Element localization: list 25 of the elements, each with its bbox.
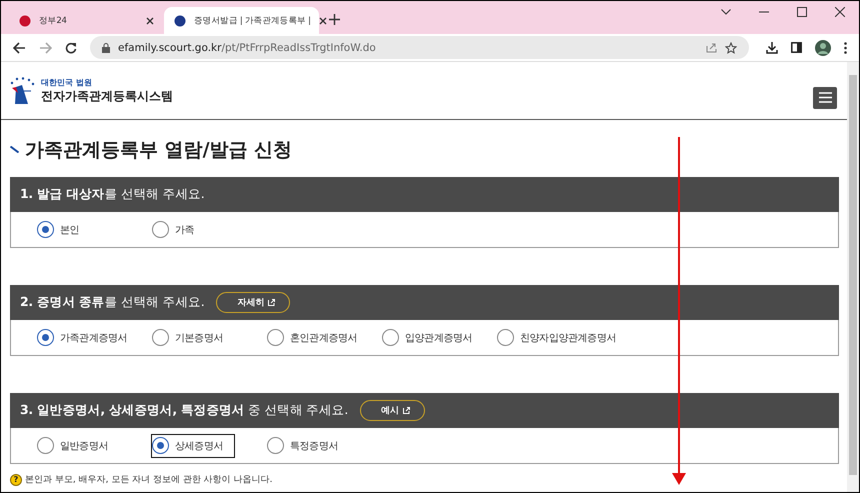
- radio-option[interactable]: 가족관계증명서: [36, 326, 151, 350]
- tab-title: 정부24: [39, 14, 68, 26]
- radio-option[interactable]: 상세증명서: [151, 434, 235, 458]
- section-title: 2. 증명서 종류를 선택해 주세요.: [20, 294, 204, 311]
- radio-option[interactable]: 본인: [36, 218, 151, 242]
- section-title: 3. 일반증명서, 상세증명서, 특정증명서 중 선택해 주세요.: [20, 402, 348, 419]
- url-text: efamily.scourt.go.kr/pt/PtFrrpReadIssTrgtInfoW.do: [118, 42, 376, 54]
- tab-title: 증명서발급 | 가족관계등록부 |: [194, 14, 311, 26]
- radio-option[interactable]: 혼인관계증명서: [266, 326, 381, 350]
- radio-option[interactable]: 특정증명서: [266, 434, 338, 458]
- radio-option[interactable]: 일반증명서: [36, 434, 151, 458]
- radio-option[interactable]: 입양관계증명서: [381, 326, 496, 350]
- section-title: 1. 발급 대상자를 선택해 주세요.: [20, 186, 204, 203]
- radio-option[interactable]: 친양자입양관계증명서: [496, 326, 616, 350]
- popup-link-button[interactable]: 예시: [360, 400, 425, 421]
- help-icon: ?: [10, 474, 22, 486]
- page-title: 가족관계등록부 열람/발급 신청: [25, 138, 292, 162]
- site-name: 전자가족관계등록시스템: [41, 88, 173, 104]
- info-text: 본인과 부모, 배우자, 모든 자녀 정보에 관한 사항이 나옵니다.: [25, 474, 272, 486]
- address-bar[interactable]: efamily.scourt.go.kr/pt/PtFrrpReadIssTrgtInfoW.do: [90, 36, 749, 59]
- radio-option[interactable]: 기본증명서: [151, 326, 266, 350]
- radio-option[interactable]: 가족: [151, 218, 194, 242]
- browser-tab[interactable]: 정부24: [9, 7, 164, 34]
- organization-name: 대한민국 법원: [41, 76, 93, 88]
- popup-link-button[interactable]: 자세히: [216, 292, 290, 313]
